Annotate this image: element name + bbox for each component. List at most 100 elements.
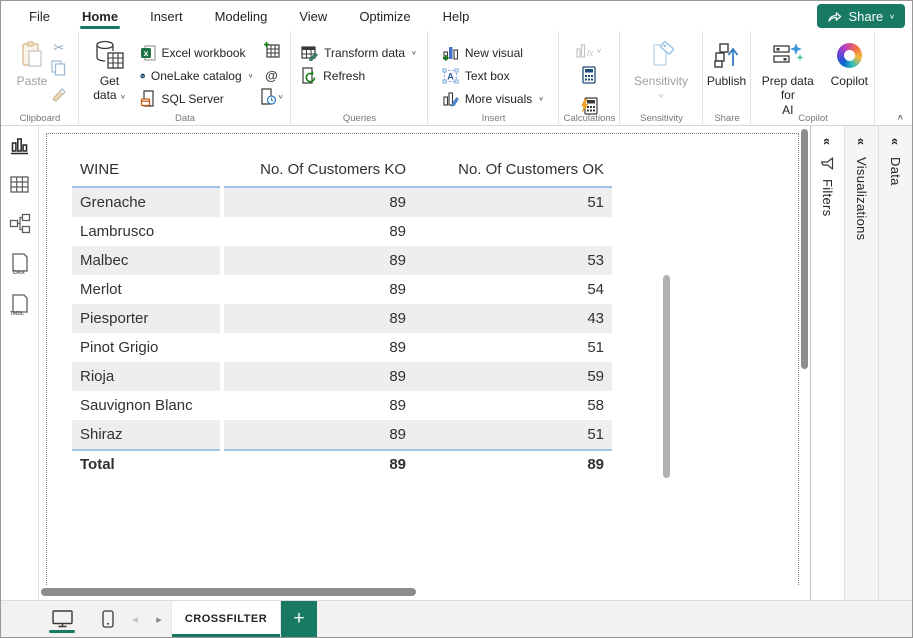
calculator-icon[interactable] xyxy=(581,66,597,89)
table-cell: Lambrusco xyxy=(72,217,220,246)
prep-data-for-ai-button[interactable]: Prep data forAI xyxy=(753,37,823,119)
table-row[interactable]: Pinot Grigio8951 xyxy=(72,333,612,362)
tab-modeling[interactable]: Modeling xyxy=(199,1,284,31)
table-cell: 58 xyxy=(414,391,612,420)
data-pane[interactable]: « Data xyxy=(878,126,912,600)
cut-icon[interactable]: ✂ xyxy=(53,41,64,54)
tab-insert[interactable]: Insert xyxy=(134,1,199,31)
more-visuals-button[interactable]: More visuals ∨ xyxy=(438,87,548,110)
share-button[interactable]: Share ∨ xyxy=(817,4,905,28)
filter-funnel-icon xyxy=(821,157,834,170)
ribbon-group-insert: New visual A Text box More visuals ∨ xyxy=(428,31,559,125)
powerbi-window: File Home Insert Modeling View Optimize … xyxy=(0,0,913,638)
view-rail: DAX TMDL xyxy=(1,126,39,600)
tab-optimize[interactable]: Optimize xyxy=(343,1,426,31)
mobile-view-button[interactable] xyxy=(93,601,123,637)
table-cell: 51 xyxy=(414,420,612,449)
sql-server-icon xyxy=(140,90,156,107)
table-vertical-scrollbar[interactable] xyxy=(663,275,670,478)
table-cell: Pinot Grigio xyxy=(72,333,220,362)
ribbon-group-data: Get data ∨ x Excel workbook OneLake cata… xyxy=(79,31,291,125)
new-visual-button[interactable]: New visual xyxy=(438,41,548,64)
desktop-view-button[interactable] xyxy=(45,601,79,637)
table-cell: 89 xyxy=(224,188,414,217)
table-row[interactable]: Rioja8959 xyxy=(72,362,612,391)
text-box-label: Text box xyxy=(465,69,510,83)
excel-workbook-button[interactable]: x Excel workbook xyxy=(136,41,258,64)
get-data-button[interactable]: Get data ∨ xyxy=(84,37,136,105)
model-view-icon[interactable] xyxy=(9,213,31,234)
expand-pane-icon[interactable]: « xyxy=(889,138,902,145)
onelake-catalog-button[interactable]: OneLake catalog ∨ xyxy=(136,64,258,87)
canvas-horizontal-scrollbar[interactable] xyxy=(41,588,416,596)
tab-view[interactable]: View xyxy=(283,1,343,31)
recent-sources-icon[interactable]: ∨ xyxy=(260,88,284,105)
table-cell: 89 xyxy=(224,333,414,362)
sensitivity-button[interactable]: Sensitivity ∨ xyxy=(630,37,692,103)
prev-page-icon[interactable]: ◂ xyxy=(123,601,147,637)
copy-icon[interactable] xyxy=(51,60,66,81)
enter-data-icon[interactable] xyxy=(263,41,280,63)
wine-table: WINE No. Of Customers KO No. Of Customer… xyxy=(72,154,612,478)
side-panes: « Filters « Visualizations « Data xyxy=(810,126,912,600)
collapse-ribbon-icon[interactable]: ∧ xyxy=(897,113,904,122)
insert-group-label: Insert xyxy=(428,113,559,124)
text-box-button[interactable]: A Text box xyxy=(438,64,548,87)
ribbon-group-calculations: fx ∨ xyxy=(559,31,620,125)
next-page-icon[interactable]: ▸ xyxy=(147,601,171,637)
table-row[interactable]: Piesporter8943 xyxy=(72,304,612,333)
paste-button[interactable]: Paste xyxy=(13,37,52,90)
refresh-icon xyxy=(301,67,317,84)
publish-button[interactable]: Publish xyxy=(703,37,750,90)
menu-bar: File Home Insert Modeling View Optimize … xyxy=(1,1,912,31)
dataverse-icon[interactable]: @ xyxy=(265,69,278,82)
excel-workbook-label: Excel workbook xyxy=(162,46,246,60)
table-row[interactable]: Merlot8954 xyxy=(72,275,612,304)
chevron-down-icon: ∨ xyxy=(658,93,664,100)
report-canvas[interactable]: WINE No. Of Customers KO No. Of Customer… xyxy=(39,126,810,600)
column-header[interactable]: No. Of Customers KO xyxy=(224,154,414,186)
share-group-label: Share xyxy=(703,113,751,124)
tmdl-view-icon[interactable]: TMDL xyxy=(9,294,31,316)
table-cell: Merlot xyxy=(72,275,220,304)
table-row[interactable]: Sauvignon Blanc8958 xyxy=(72,391,612,420)
expand-pane-icon[interactable]: « xyxy=(855,138,868,145)
visualizations-pane[interactable]: « Visualizations xyxy=(844,126,878,600)
canvas-vertical-scrollbar[interactable] xyxy=(801,129,808,369)
table-cell: 89 xyxy=(224,275,414,304)
table-cell: Grenache xyxy=(72,188,220,217)
table-cell: 89 xyxy=(224,246,414,275)
ribbon-group-share: Publish xyxy=(703,31,751,125)
prep-data-label: Prep data forAI xyxy=(757,74,819,117)
column-header[interactable]: WINE xyxy=(72,154,220,186)
dax-view-icon[interactable]: DAX xyxy=(10,253,30,275)
refresh-button[interactable]: Refresh xyxy=(297,64,421,87)
page-tab-crossfilter[interactable]: CROSSFILTER xyxy=(171,601,281,637)
chevron-down-icon: ∨ xyxy=(120,94,126,101)
table-row[interactable]: Shiraz8951 xyxy=(72,420,612,449)
new-visual-label: New visual xyxy=(465,46,523,60)
table-header-row: WINE No. Of Customers KO No. Of Customer… xyxy=(72,154,612,188)
table-row[interactable]: Malbec8953 xyxy=(72,246,612,275)
ribbon-group-queries: Transform data ∨ Refresh xyxy=(291,31,428,125)
sql-server-button[interactable]: SQL Server xyxy=(136,87,258,110)
table-cell: 43 xyxy=(414,304,612,333)
table-view-icon[interactable] xyxy=(9,175,30,194)
visualizations-pane-label: Visualizations xyxy=(854,157,869,240)
paste-label: Paste xyxy=(17,74,48,88)
clipboard-group-label: Clipboard xyxy=(1,113,79,124)
column-header[interactable]: No. Of Customers OK xyxy=(414,154,612,186)
filters-pane[interactable]: « Filters xyxy=(810,126,844,600)
copilot-button[interactable]: Copilot xyxy=(827,37,872,90)
tab-help[interactable]: Help xyxy=(427,1,486,31)
report-view-icon[interactable] xyxy=(9,136,30,156)
table-row[interactable]: Lambrusco89 xyxy=(72,217,612,246)
tab-file[interactable]: File xyxy=(13,1,66,31)
table-row[interactable]: Grenache8951 xyxy=(72,188,612,217)
new-measure-icon[interactable]: fx ∨ xyxy=(576,43,602,58)
format-painter-icon[interactable] xyxy=(51,87,66,107)
expand-pane-icon[interactable]: « xyxy=(821,138,834,145)
add-page-button[interactable]: + xyxy=(281,601,317,637)
tab-home[interactable]: Home xyxy=(66,1,134,31)
transform-data-button[interactable]: Transform data ∨ xyxy=(297,41,421,64)
